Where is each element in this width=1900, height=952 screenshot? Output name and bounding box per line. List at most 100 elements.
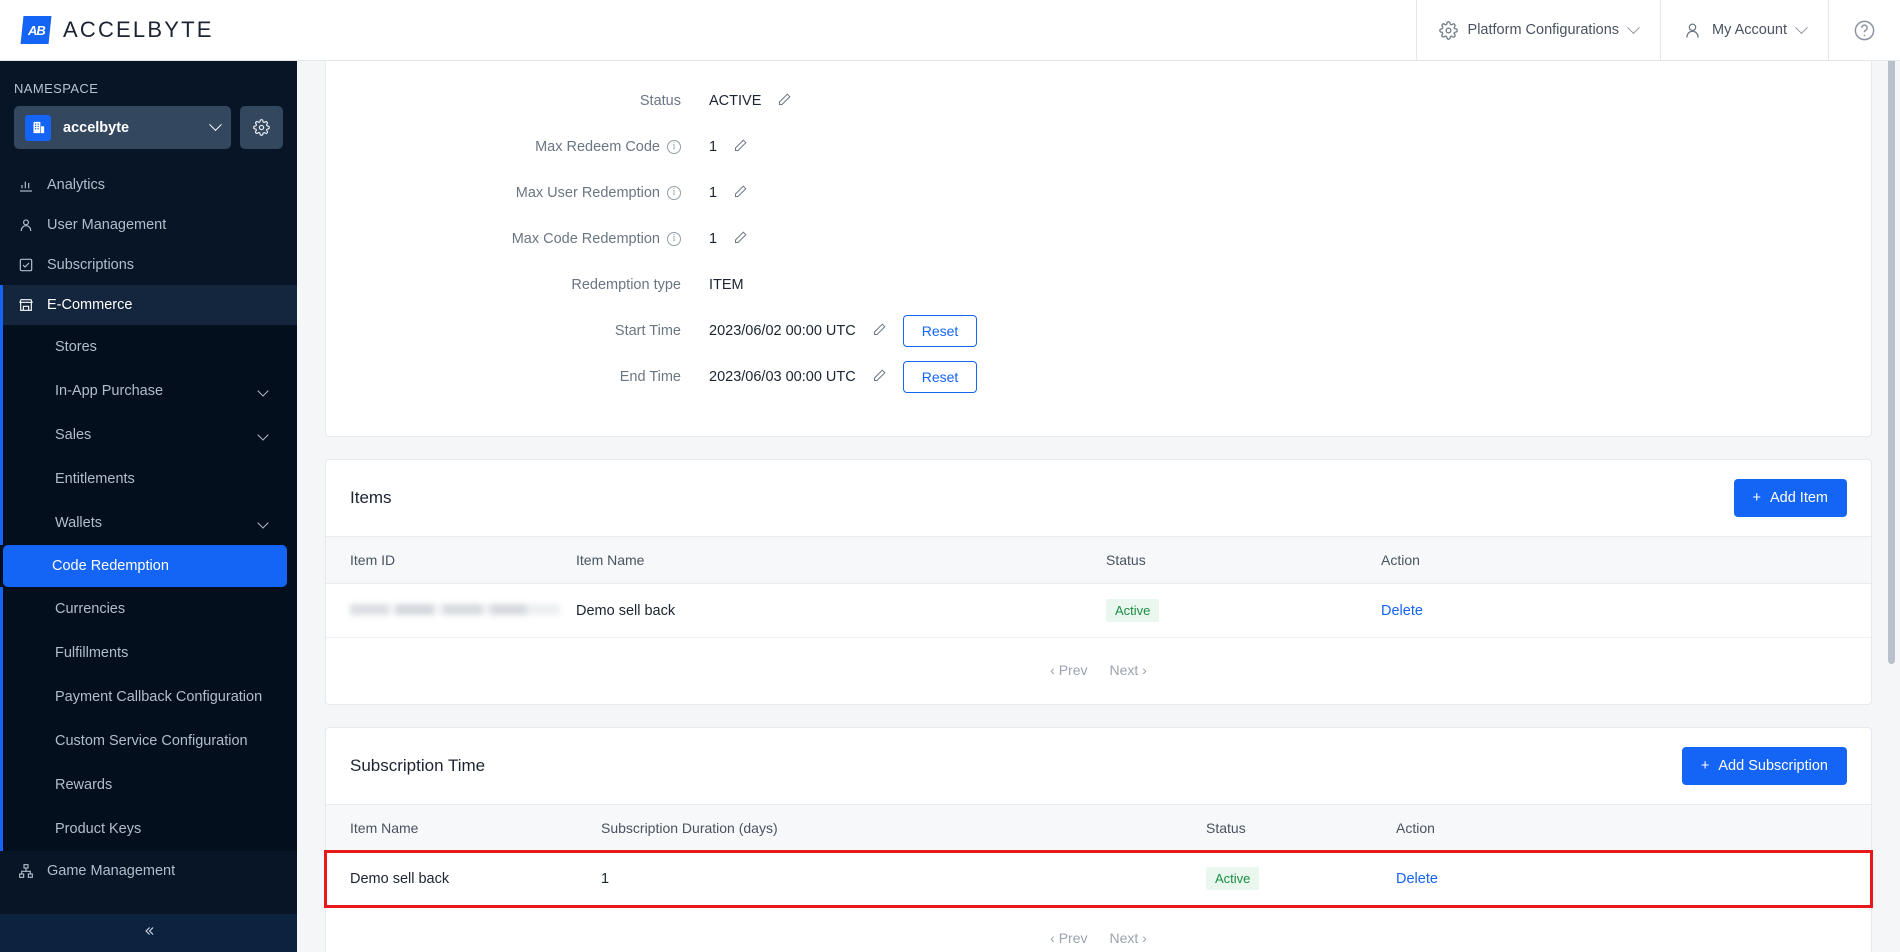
pencil-icon[interactable] — [872, 322, 887, 341]
column-header-status: Status — [1206, 805, 1396, 852]
sidebar-item-stores[interactable]: Stores — [0, 325, 297, 369]
field-value: ACTIVE — [709, 93, 762, 109]
pencil-icon[interactable] — [733, 138, 748, 157]
items-section-header: Items + Add Item — [326, 460, 1871, 537]
sidebar-item-label: Game Management — [47, 863, 176, 879]
sidebar-item-subscriptions[interactable]: Subscriptions — [0, 245, 297, 285]
namespace-value: accelbyte — [63, 119, 130, 136]
sidebar-item-custom-service-configuration[interactable]: Custom Service Configuration — [0, 719, 297, 763]
bar-chart-icon — [18, 177, 34, 193]
detail-row-end-time: End Time 2023/06/03 00:00 UTC Reset — [326, 354, 1871, 400]
sidebar-item-label: Entitlements — [55, 471, 135, 487]
sidebar-item-user-management[interactable]: User Management — [0, 205, 297, 245]
next-page-button[interactable]: Next › — [1110, 662, 1147, 678]
sidebar-item-code-redemption[interactable]: Code Redemption — [3, 545, 287, 587]
items-section-title: Items — [350, 488, 392, 507]
sidebar-item-fulfillments[interactable]: Fulfillments — [0, 631, 297, 675]
pencil-icon[interactable] — [872, 368, 887, 387]
sidebar-item-label: Rewards — [55, 777, 113, 793]
add-item-button[interactable]: + Add Item — [1733, 479, 1847, 517]
sidebar-scrollbar[interactable] — [1888, 58, 1895, 664]
reset-end-time-button[interactable]: Reset — [902, 361, 978, 393]
platform-configurations-menu[interactable]: Platform Configurations — [1415, 0, 1661, 61]
pencil-icon[interactable] — [733, 184, 748, 203]
sidebar-item-label: Product Keys — [55, 821, 142, 837]
sidebar-item-product-keys[interactable]: Product Keys — [0, 807, 297, 851]
info-circle-icon[interactable]: i — [667, 186, 681, 200]
reset-start-time-button[interactable]: Reset — [902, 315, 978, 347]
column-header-item-name: Item Name — [576, 537, 1106, 584]
add-item-label: Add Item — [1769, 490, 1828, 506]
brand-mark-text: AB — [27, 22, 45, 38]
next-page-button[interactable]: Next › — [1110, 930, 1147, 946]
table-header-row: Item Name Subscription Duration (days) S… — [326, 805, 1871, 852]
user-icon — [1683, 21, 1702, 40]
cell-item-name: Demo sell back — [576, 583, 1106, 638]
delete-subscription-link[interactable]: Delete — [1396, 871, 1438, 887]
field-label: Redemption type — [571, 277, 681, 293]
prev-page-button[interactable]: ‹ Prev — [1050, 662, 1087, 678]
sidebar-collapse-button[interactable] — [0, 914, 297, 952]
delete-item-link[interactable]: Delete — [1381, 603, 1423, 619]
sidebar-item-in-app-purchase[interactable]: In-App Purchase — [0, 369, 297, 413]
info-circle-icon[interactable]: i — [667, 140, 681, 154]
info-circle-icon[interactable]: i — [667, 232, 681, 246]
field-value: 1 — [709, 231, 718, 247]
field-label: Max Code Redemption — [511, 231, 660, 247]
chevron-double-left-icon — [140, 924, 158, 943]
namespace-settings-button[interactable] — [240, 106, 283, 149]
column-header-item-id: Item ID — [326, 537, 576, 584]
sidebar-item-rewards[interactable]: Rewards — [0, 763, 297, 807]
column-header-subscription-duration: Subscription Duration (days) — [601, 805, 1206, 852]
field-label: Max Redeem Code — [535, 139, 660, 155]
redacted-item-id — [350, 603, 560, 615]
column-header-status: Status — [1106, 537, 1381, 584]
plus-icon: + — [1752, 490, 1761, 506]
sidebar-item-label: Wallets — [55, 515, 102, 531]
sidebar-item-game-management[interactable]: Game Management — [0, 851, 297, 891]
sidebar-item-label: Sales — [55, 427, 92, 443]
my-account-label: My Account — [1712, 22, 1787, 38]
detail-row-max-user-redemption: Max User Redemption i 1 — [326, 170, 1871, 216]
cell-action: Delete — [1381, 583, 1871, 638]
sidebar-item-wallets[interactable]: Wallets — [0, 501, 297, 545]
sidebar-item-sales[interactable]: Sales — [0, 413, 297, 457]
field-label: Max User Redemption — [515, 185, 660, 201]
column-header-item-name: Item Name — [326, 805, 601, 852]
items-card: Items + Add Item Item ID Item Name Statu… — [325, 459, 1872, 705]
sidebar-item-payment-callback-configuration[interactable]: Payment Callback Configuration — [0, 675, 297, 719]
my-account-menu[interactable]: My Account — [1660, 0, 1828, 61]
namespace-selector[interactable]: accelbyte — [14, 106, 231, 149]
field-value: ITEM — [709, 277, 744, 293]
chevron-down-icon — [1627, 20, 1640, 34]
question-circle-icon — [1853, 19, 1876, 42]
sidebar-item-analytics[interactable]: Analytics — [0, 165, 297, 205]
building-icon — [25, 114, 51, 141]
sidebar-item-e-commerce[interactable]: E-Commerce — [0, 285, 297, 325]
sidebar-item-entitlements[interactable]: Entitlements — [0, 457, 297, 501]
chevron-down-icon — [209, 118, 222, 132]
pencil-icon[interactable] — [733, 230, 748, 249]
sidebar-item-label: E-Commerce — [47, 297, 133, 313]
sidebar-item-label: Fulfillments — [55, 645, 129, 661]
platform-configurations-label: Platform Configurations — [1467, 22, 1620, 38]
gear-icon — [1438, 20, 1458, 40]
pencil-icon[interactable] — [777, 92, 792, 111]
checkbox-icon — [18, 257, 34, 273]
subscription-time-card: Subscription Time + Add Subscription Ite… — [324, 727, 1873, 952]
sidebar-item-label: In-App Purchase — [55, 383, 164, 399]
add-subscription-button[interactable]: + Add Subscription — [1681, 747, 1847, 785]
detail-row-redemption-type: Redemption type ITEM — [326, 262, 1871, 308]
column-header-action: Action — [1381, 537, 1871, 584]
sidebar-item-label: Custom Service Configuration — [55, 733, 248, 749]
cell-status: Active — [1206, 851, 1396, 906]
field-value: 1 — [709, 139, 718, 155]
prev-page-button[interactable]: ‹ Prev — [1050, 930, 1087, 946]
help-button[interactable] — [1828, 0, 1900, 61]
subscription-table: Item Name Subscription Duration (days) S… — [324, 805, 1873, 908]
header-actions: Platform Configurations My Account — [1415, 0, 1900, 61]
status-badge: Active — [1106, 599, 1160, 622]
sidebar-item-label: Analytics — [47, 177, 106, 193]
sidebar-item-currencies[interactable]: Currencies — [0, 587, 297, 631]
main-content: Status ACTIVE Max Redeem Code i 1 Max Us… — [297, 61, 1900, 952]
